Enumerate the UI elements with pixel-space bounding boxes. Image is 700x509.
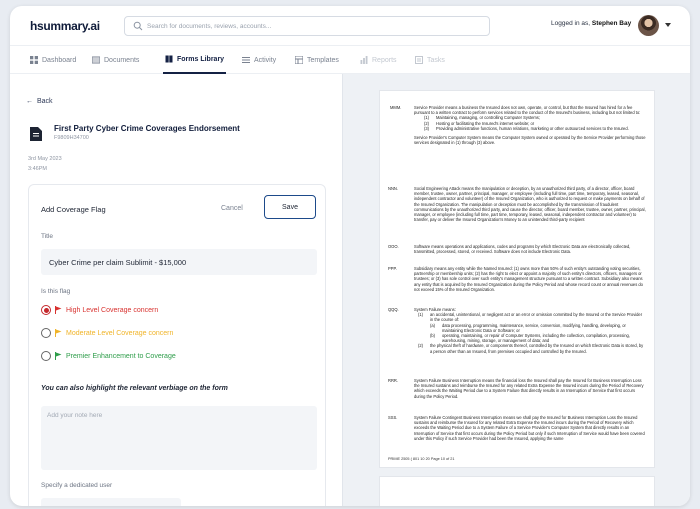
tab-templates[interactable]: Templates <box>295 46 339 74</box>
item-text: an accidental, unintentional, or neglige… <box>430 312 643 323</box>
tab-label: Reports <box>372 56 397 64</box>
flag-icon <box>55 352 62 360</box>
back-link[interactable]: ← Back <box>26 98 53 105</box>
tasks-icon <box>415 56 423 64</box>
clause-number: OOO. <box>388 244 399 249</box>
clause-number: NNN. <box>388 186 399 191</box>
tab-label: Tasks <box>427 56 445 64</box>
cancel-button[interactable]: Cancel <box>221 199 243 217</box>
tab-label: Templates <box>307 56 339 64</box>
radio-button[interactable] <box>41 351 51 361</box>
template-icon <box>295 56 303 64</box>
clause-text: Service Provider's Computer System means… <box>414 135 646 146</box>
document-page-next[interactable] <box>379 476 655 506</box>
flag-option-high[interactable]: High Level Coverage concern <box>41 305 158 315</box>
bar-chart-icon <box>360 56 368 64</box>
flag-icon <box>55 329 62 337</box>
list-icon <box>242 57 250 63</box>
app-window: hsummary.ai Logged in as, Stephen Bay Da… <box>10 6 690 506</box>
tab-label: Dashboard <box>42 56 77 64</box>
item-text: operating, maintaining, or repair of Com… <box>442 333 630 344</box>
grid-icon <box>30 56 38 64</box>
title-label: Title <box>41 233 54 240</box>
item-text: Providing administrative functions, huma… <box>436 125 629 131</box>
search-input[interactable] <box>147 19 477 33</box>
tab-label: Forms Library <box>177 55 225 63</box>
top-bar: hsummary.ai Logged in as, Stephen Bay <box>10 6 690 46</box>
radio-button[interactable] <box>41 328 51 338</box>
document-page[interactable]: MMM. Service Provider means a business t… <box>379 90 655 468</box>
main-nav: Dashboard Documents Forms Library Activi… <box>10 46 690 74</box>
clause-text: System Failure Contingent Business Inter… <box>414 415 645 441</box>
document-date: 3rd May 2023 <box>28 156 62 162</box>
title-field[interactable] <box>41 249 317 275</box>
search-icon <box>133 21 143 31</box>
clause-text: Subsidiary means any entity while the Na… <box>414 266 643 292</box>
user-select[interactable] <box>41 498 181 506</box>
item-marker: (3) <box>424 125 430 131</box>
clause-number: MMM. <box>390 105 402 110</box>
flag-option-label: Moderate Level Coverage concern <box>66 329 174 337</box>
flag-option-premier[interactable]: Premier Enhancement to Coverage <box>41 351 176 361</box>
item-text: data processing, programming, maintenanc… <box>442 322 626 333</box>
radio-button[interactable] <box>41 305 51 315</box>
save-button[interactable]: Save <box>264 195 316 219</box>
item-marker: (2) <box>418 343 424 349</box>
user-label: Specify a dedicated user <box>41 482 113 489</box>
tab-reports: Reports <box>360 46 397 74</box>
tab-activity[interactable]: Activity <box>242 46 276 74</box>
document-title: First Party Cyber Crime Coverages Endors… <box>54 124 240 133</box>
item-marker: (a) <box>430 322 436 328</box>
arrow-left-icon: ← <box>26 98 33 105</box>
item-marker: (b) <box>430 333 436 339</box>
page-footer: PRIME 2505 ( 801 10 20 Page 10 of 21 <box>388 457 455 461</box>
user-name: Stephen Bay <box>591 20 632 27</box>
chevron-down-icon[interactable] <box>665 23 671 27</box>
left-pane: ← Back First Party Cyber Crime Coverages… <box>10 74 342 506</box>
book-icon <box>165 55 173 63</box>
flag-option-moderate[interactable]: Moderate Level Coverage concern <box>41 328 173 338</box>
flag-type-label: Is this flag <box>41 288 71 295</box>
clause-number: RRR. <box>388 378 399 383</box>
note-field[interactable] <box>41 406 317 470</box>
back-label: Back <box>37 98 53 105</box>
stack-icon <box>92 56 100 64</box>
clause-text: Social Engineering Attack means the mani… <box>414 186 646 223</box>
document-time: 3:46PM <box>28 166 47 172</box>
item-marker: (1) <box>418 312 424 318</box>
clause-text: Software means operations and applicatio… <box>414 244 631 255</box>
search-box[interactable] <box>124 16 490 36</box>
flag-icon <box>55 306 62 314</box>
item-text: the physical theft of hardware, or compo… <box>430 343 644 354</box>
document-icon <box>30 127 42 141</box>
tab-label: Activity <box>254 56 277 64</box>
tab-tasks: Tasks <box>415 46 445 74</box>
login-status: Logged in as, Stephen Bay <box>551 20 631 27</box>
tab-documents[interactable]: Documents <box>92 46 139 74</box>
clause-number: QQQ. <box>388 307 399 312</box>
clause-number: SSS. <box>388 415 398 420</box>
login-prefix: Logged in as, <box>551 20 591 27</box>
tab-label: Documents <box>104 56 140 64</box>
flag-option-label: High Level Coverage concern <box>66 306 159 314</box>
app-logo[interactable]: hsummary.ai <box>30 19 100 33</box>
tab-dashboard[interactable]: Dashboard <box>30 46 76 74</box>
clause-text: Service Provider means a business the In… <box>414 105 641 116</box>
clause-number: PPP. <box>388 266 397 271</box>
clause-text: System Failure Business Interruption mea… <box>414 378 644 399</box>
coverage-flag-form: Add Coverage Flag Cancel Save Title Is t… <box>28 184 326 506</box>
document-id: F9809H34700 <box>54 135 89 141</box>
avatar[interactable] <box>638 15 659 36</box>
flag-option-label: Premier Enhancement to Coverage <box>66 352 176 360</box>
tab-forms-library[interactable]: Forms Library <box>163 46 227 74</box>
highlight-hint: You can also highlight the relevant verb… <box>41 385 228 392</box>
form-heading: Add Coverage Flag <box>41 205 106 214</box>
document-preview: MMM. Service Provider means a business t… <box>342 74 690 506</box>
